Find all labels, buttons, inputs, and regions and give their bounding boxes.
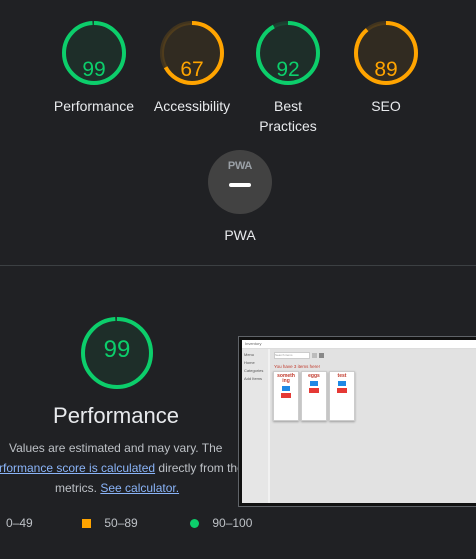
screenshot-button	[319, 353, 324, 358]
gauge-score: 67	[180, 58, 204, 81]
gauge-seo[interactable]: 89 SEO	[331, 20, 441, 116]
category-scores: 99 Performance 67 Accessibility 92 Best …	[0, 0, 476, 265]
gauge-label: PWA	[224, 227, 256, 243]
legend-pass-label: 90–100	[212, 516, 253, 530]
screenshot-card-red-button	[281, 393, 291, 398]
screenshot-card-blue-button	[310, 381, 318, 386]
gauge-score: 89	[374, 58, 398, 81]
gauge-pwa[interactable]: PWA PWA	[208, 150, 272, 243]
legend-fail: 0–49	[6, 516, 33, 530]
performance-gauge-large: 99	[80, 316, 154, 390]
pwa-badge-text: PWA	[227, 160, 253, 172]
gauge-score: 92	[276, 58, 300, 81]
screenshot-card-red-button	[337, 388, 347, 393]
score-legend: 0–49 50–89 90–100	[0, 516, 476, 532]
screenshot-card: eggs	[301, 371, 327, 421]
description-text: Values are estimated and may vary. The	[9, 441, 223, 455]
description-text: directly from these	[158, 461, 246, 475]
see-calculator-link[interactable]: See calculator.	[100, 481, 179, 495]
screenshot-card: someth ing	[273, 371, 299, 421]
screenshot-card: test	[329, 371, 355, 421]
screenshot-heading: You have 3 items here!	[274, 364, 320, 369]
description-line: metrics. See calculator.	[55, 478, 246, 498]
pwa-badge: PWA	[208, 150, 272, 214]
screenshot-sidebar-item: Home	[244, 360, 255, 365]
performance-score: 99	[103, 336, 131, 363]
screenshot-sidebar-item: Menu	[244, 352, 255, 357]
gauge-label: Performance	[53, 98, 135, 114]
section-divider	[0, 265, 476, 266]
screenshot-topbar: Inventory	[242, 340, 476, 349]
screenshot-sidebar-item: Add Items	[244, 376, 263, 381]
performance-title: Performance	[53, 403, 179, 428]
gauge-performance[interactable]: 99 Performance	[39, 20, 149, 116]
performance-description: Values are estimated and may vary. The r…	[0, 438, 246, 498]
final-screenshot-thumbnail[interactable]: Inventory Menu Home Categories Add Items…	[238, 336, 476, 507]
screenshot-sidebar: Menu Home Categories Add Items	[242, 349, 268, 503]
gauge-label: SEO	[371, 98, 401, 114]
gauge-score: 99	[82, 58, 106, 81]
description-line: rformance score is calculated directly f…	[0, 458, 246, 478]
green-circle-icon	[190, 519, 199, 528]
legend-pass: 90–100	[190, 516, 252, 530]
gauge-label: Accessibility	[153, 98, 231, 114]
screenshot-card-title: test	[337, 373, 347, 379]
screenshot-card-red-button	[309, 388, 319, 393]
legend-average-label: 50–89	[104, 516, 138, 530]
gauge-accessibility[interactable]: 67 Accessibility	[137, 20, 247, 116]
screenshot-card-title: eggs	[308, 373, 320, 379]
legend-fail-label: 0–49	[6, 516, 33, 530]
screenshot-sidebar-item: Categories	[244, 368, 264, 373]
gauge-label: Best Practices	[259, 98, 317, 134]
screenshot-main: Search items You have 3 items here! some…	[270, 349, 476, 503]
screenshot-card-title: someth ing	[277, 373, 295, 384]
screenshot-button	[312, 353, 317, 358]
description-line: Values are estimated and may vary. The	[9, 438, 246, 458]
orange-square-icon	[82, 519, 91, 528]
legend-average: 50–89	[82, 516, 138, 530]
score-calculated-link[interactable]: rformance score is calculated	[0, 461, 155, 475]
screenshot-page: Inventory Menu Home Categories Add Items…	[242, 340, 476, 503]
description-text: metrics.	[55, 481, 97, 495]
screenshot-card-blue-button	[282, 386, 290, 391]
screenshot-search: Search items	[274, 352, 310, 359]
screenshot-card-blue-button	[338, 381, 346, 386]
pwa-dash-icon	[229, 183, 251, 187]
gauge-best-practices[interactable]: 92 Best Practices	[233, 20, 343, 136]
